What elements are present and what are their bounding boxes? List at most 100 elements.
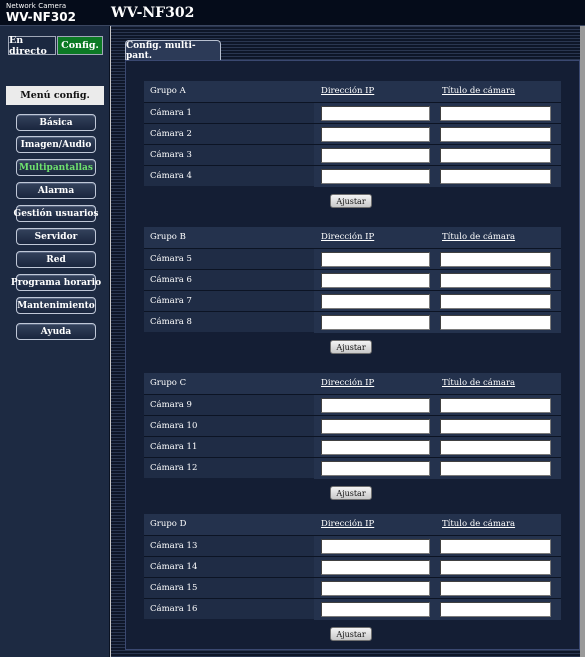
camera-row: Cámara 14 — [144, 556, 561, 578]
camera-title-input[interactable] — [440, 398, 551, 413]
camera-ip-input[interactable] — [321, 461, 430, 476]
camera-label: Cámara 5 — [150, 254, 192, 264]
camera-row: Cámara 1 — [144, 102, 561, 124]
menu-item-help[interactable]: Ayuda — [16, 323, 96, 340]
camera-row: Cámara 12 — [144, 457, 561, 479]
page-title: WV-NF302 — [111, 5, 195, 21]
camera-ip-input[interactable] — [321, 602, 430, 617]
camera-title-column-header: Título de cámara — [442, 519, 516, 529]
ip-address-column-header: Dirección IP — [321, 519, 375, 529]
menu-item-maintenance[interactable]: Mantenimiento — [16, 297, 96, 314]
group-header-row: Grupo B Dirección IP Título de cámara — [144, 227, 561, 248]
camera-label: Cámara 10 — [150, 421, 198, 431]
camera-title-input[interactable] — [440, 273, 551, 288]
camera-row: Cámara 3 — [144, 144, 561, 166]
camera-row: Cámara 11 — [144, 436, 561, 458]
camera-title-input[interactable] — [440, 419, 551, 434]
camera-label: Cámara 2 — [150, 129, 192, 139]
camera-ip-input[interactable] — [321, 440, 430, 455]
group-name: Grupo C — [150, 378, 187, 388]
camera-label: Cámara 6 — [150, 275, 192, 285]
group-header-row: Grupo A Dirección IP Título de cámara — [144, 81, 561, 102]
camera-ip-input[interactable] — [321, 419, 430, 434]
camera-row: Cámara 15 — [144, 577, 561, 599]
menu-item-alarm[interactable]: Alarma — [16, 182, 96, 199]
camera-row: Cámara 8 — [144, 311, 561, 333]
camera-title-input[interactable] — [440, 539, 551, 554]
camera-title-column-header: Título de cámara — [442, 232, 516, 242]
vertical-scrollbar[interactable] — [580, 26, 585, 657]
camera-label: Cámara 11 — [150, 442, 198, 452]
camera-title-input[interactable] — [440, 560, 551, 575]
camera-title-input[interactable] — [440, 581, 551, 596]
camera-title-input[interactable] — [440, 294, 551, 309]
camera-ip-input[interactable] — [321, 560, 430, 575]
brand-logo: Network Camera WV-NF302 — [6, 2, 106, 24]
brand-model: WV-NF302 — [6, 10, 76, 24]
menu-item-image-audio[interactable]: Imagen/Audio — [16, 136, 96, 153]
menu-item-network[interactable]: Red — [16, 251, 96, 268]
camera-label: Cámara 7 — [150, 296, 192, 306]
group-header-row: Grupo C Dirección IP Título de cámara — [144, 373, 561, 394]
camera-label: Cámara 15 — [150, 583, 198, 593]
camera-label: Cámara 4 — [150, 171, 192, 181]
camera-label: Cámara 3 — [150, 150, 192, 160]
config-mode-button[interactable]: Config. — [57, 36, 103, 55]
camera-ip-input[interactable] — [321, 106, 430, 121]
camera-ip-input[interactable] — [321, 294, 430, 309]
camera-ip-input[interactable] — [321, 273, 430, 288]
camera-ip-input[interactable] — [321, 127, 430, 142]
adjust-button-group-b[interactable]: Ajustar — [330, 340, 372, 354]
camera-label: Cámara 13 — [150, 541, 198, 551]
camera-ip-input[interactable] — [321, 148, 430, 163]
menu-item-server[interactable]: Servidor — [16, 228, 96, 245]
menu-item-schedule[interactable]: Programa horario — [11, 274, 101, 291]
camera-ip-input[interactable] — [321, 252, 430, 267]
camera-label: Cámara 8 — [150, 317, 192, 327]
camera-title-input[interactable] — [440, 169, 551, 184]
camera-row: Cámara 9 — [144, 394, 561, 416]
tab-multiscreen-config[interactable]: Config. multi-pant. — [125, 40, 221, 61]
camera-title-input[interactable] — [440, 315, 551, 330]
menu-item-user-management[interactable]: Gestión usuarios — [14, 205, 98, 222]
settings-panel: Grupo A Dirección IP Título de cámara Cámar… — [125, 60, 580, 650]
camera-label: Cámara 14 — [150, 562, 198, 572]
camera-title-input[interactable] — [440, 127, 551, 142]
camera-row: Cámara 13 — [144, 535, 561, 557]
menu-item-basic[interactable]: Básica — [16, 114, 96, 131]
camera-title-column-header: Título de cámara — [442, 86, 516, 96]
camera-ip-input[interactable] — [321, 169, 430, 184]
brand-subtitle: Network Camera — [6, 2, 67, 10]
camera-label: Cámara 9 — [150, 400, 192, 410]
camera-row: Cámara 10 — [144, 415, 561, 437]
camera-row: Cámara 2 — [144, 123, 561, 145]
camera-row: Cámara 4 — [144, 165, 561, 187]
ip-address-column-header: Dirección IP — [321, 86, 375, 96]
adjust-button-group-a[interactable]: Ajustar — [330, 194, 372, 208]
camera-title-input[interactable] — [440, 461, 551, 476]
camera-title-input[interactable] — [440, 106, 551, 121]
config-menu-title: Menú config. — [6, 86, 104, 105]
top-header: Network Camera WV-NF302 WV-NF302 — [0, 0, 585, 26]
camera-title-input[interactable] — [440, 148, 551, 163]
camera-title-input[interactable] — [440, 440, 551, 455]
menu-item-multiscreen[interactable]: Multipantallas — [16, 159, 96, 176]
camera-row: Cámara 16 — [144, 598, 561, 620]
adjust-button-group-d[interactable]: Ajustar — [330, 627, 372, 641]
camera-title-input[interactable] — [440, 252, 551, 267]
group-name: Grupo D — [150, 519, 187, 529]
camera-title-column-header: Título de cámara — [442, 378, 516, 388]
camera-ip-input[interactable] — [321, 315, 430, 330]
adjust-button-group-c[interactable]: Ajustar — [330, 486, 372, 500]
ip-address-column-header: Dirección IP — [321, 378, 375, 388]
camera-row: Cámara 6 — [144, 269, 561, 291]
camera-ip-input[interactable] — [321, 539, 430, 554]
camera-title-input[interactable] — [440, 602, 551, 617]
sidebar: En directo Config. Menú config. Básica Im… — [0, 26, 110, 657]
camera-ip-input[interactable] — [321, 398, 430, 413]
live-mode-button[interactable]: En directo — [8, 35, 56, 57]
camera-label: Cámara 1 — [150, 108, 192, 118]
group-name: Grupo B — [150, 232, 186, 242]
camera-ip-input[interactable] — [321, 581, 430, 596]
main-area: Config. multi-pant. Grupo A Dirección IP T… — [111, 26, 585, 657]
